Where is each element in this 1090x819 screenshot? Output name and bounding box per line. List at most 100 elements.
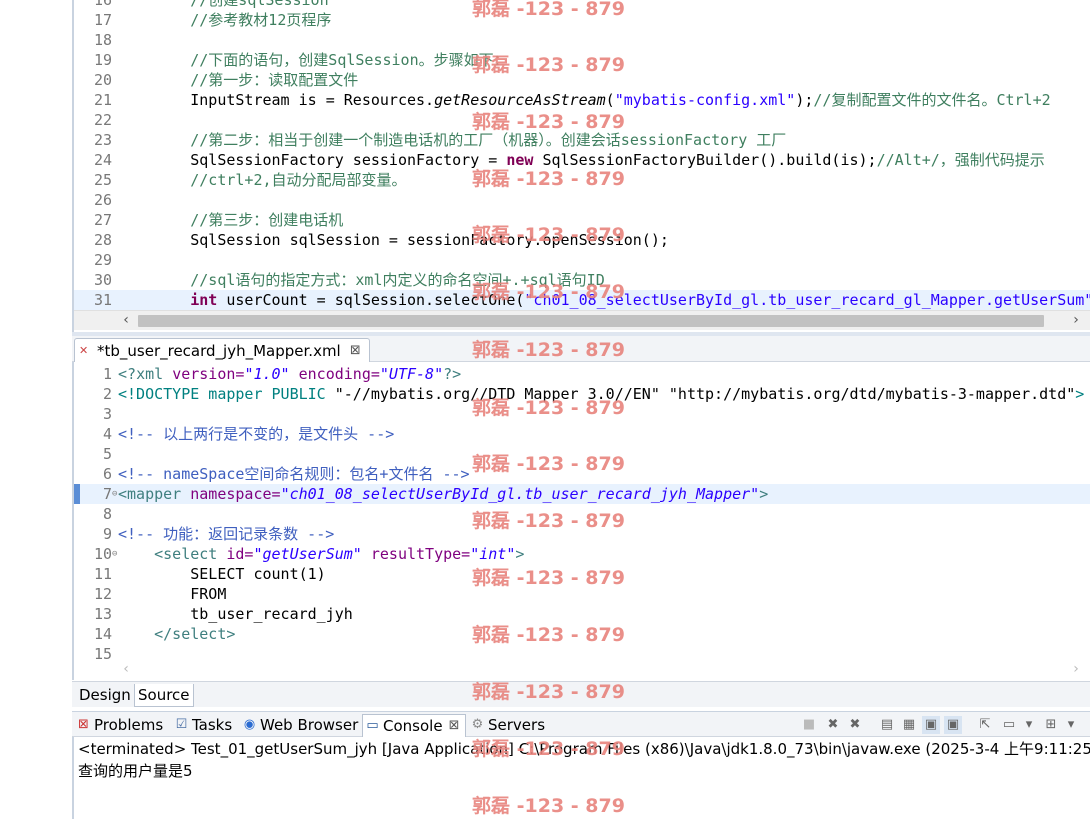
tab-web-browser[interactable]: ◉ Web Browser [240, 714, 358, 736]
show-on-output-icon[interactable]: ▣ [944, 716, 962, 734]
tab-problems-label: Problems [94, 716, 164, 734]
terminate-icon[interactable]: ■ [800, 716, 818, 734]
scroll-left-icon[interactable]: ‹ [118, 661, 134, 677]
line-number: 22 [93, 111, 112, 129]
chevron-down-icon[interactable]: ▾ [1020, 716, 1038, 734]
line-number: 16 [93, 0, 112, 9]
java-code-line[interactable]: 20 //第一步：读取配置文件 [74, 70, 1090, 90]
code-token: //第一步：读取配置文件 [118, 71, 359, 89]
java-code-line[interactable]: 17 //参考教材12页程序 [74, 10, 1090, 30]
code-token: ); [795, 91, 814, 109]
java-code-line[interactable]: 24 SqlSessionFactory sessionFactory = ne… [74, 150, 1090, 170]
display-console-icon[interactable]: ▭ [1000, 716, 1018, 734]
java-code-line[interactable]: 21 InputStream is = Resources.getResourc… [74, 90, 1090, 110]
console-output[interactable]: <terminated> Test_01_getUserSum_jyh [Jav… [72, 737, 1090, 819]
code-token: //sql语句的指定方式：xml内定义的命名空间+.+sql语句ID [118, 271, 605, 289]
close-icon[interactable]: ⊠ [350, 339, 361, 363]
java-code-line[interactable]: 26 [74, 190, 1090, 210]
tab-console[interactable]: ▭ Console ⊠ [362, 714, 466, 737]
xml-code-line[interactable]: 4 <!-- 以上两行是不变的，是文件头 --> [74, 424, 1090, 444]
code-token: "http://mybatis.org/dtd/mybatis-3-mapper… [668, 385, 1076, 403]
code-token: "int" [470, 545, 516, 563]
line-number: 18 [93, 31, 112, 49]
xml-code-line[interactable]: 7 ⊖ <mapper namespace="ch01_08_selectUserB… [74, 484, 1090, 504]
code-token: > [1075, 385, 1085, 403]
xml-code-line[interactable]: 2 <!DOCTYPE mapper PUBLIC "-//mybatis.org… [74, 384, 1090, 404]
code-text: //下面的语句，创建SqlSession。步骤如下： [118, 50, 508, 70]
tasks-icon: ☑ [175, 717, 188, 732]
code-token: encoding= [289, 365, 380, 383]
xml-code-line[interactable]: 12 FROM [74, 584, 1090, 604]
xml-code-line[interactable]: 6 <!-- nameSpace空间命名规则：包名+文件名 --> [74, 464, 1090, 484]
tab-servers[interactable]: ⚙ Servers [468, 714, 545, 736]
code-token: FROM [118, 585, 227, 603]
tab-tasks[interactable]: ☑ Tasks [172, 714, 233, 736]
code-text: //ctrl+2,自动分配局部变量。 [118, 170, 406, 190]
scroll-right-icon[interactable]: › [1068, 661, 1084, 677]
code-token: "getUserSum" [253, 545, 362, 563]
java-code-line[interactable]: 28 SqlSession sqlSession = sessionFactor… [74, 230, 1090, 250]
line-number: 6 [102, 465, 112, 483]
fold-toggle-icon[interactable]: ⊖ [112, 484, 117, 504]
code-text: </select> [118, 624, 235, 644]
xml-code-line[interactable]: 9 <!-- 功能：返回记录条数 --> [74, 524, 1090, 544]
close-icon[interactable]: ⊠ [449, 715, 460, 737]
xml-code-line[interactable]: 5 [74, 444, 1090, 464]
chevron-down-icon[interactable]: ▾ [1062, 716, 1080, 734]
code-text: <mapper namespace="ch01_08_selectUserByI… [118, 484, 768, 504]
code-text: FROM [118, 584, 226, 604]
code-token: <!-- nameSpace空间命名规则：包名+文件名 --> [118, 465, 470, 483]
scroll-right-icon[interactable]: › [1068, 312, 1084, 328]
fold-toggle-icon[interactable]: ⊖ [112, 544, 117, 564]
scroll-left-icon[interactable]: ‹ [118, 312, 134, 328]
tab-design[interactable]: Design [76, 684, 134, 706]
code-token: ( [605, 91, 615, 109]
code-token: resultType= [361, 545, 471, 563]
tab-xml-mapper[interactable]: ✕ *tb_user_recard_jyh_Mapper.xml ⊠ [74, 338, 370, 362]
java-code-line[interactable]: 29 [74, 250, 1090, 270]
java-horizontal-scrollbar[interactable]: ‹ › [74, 310, 1090, 330]
java-code-line[interactable]: 25 //ctrl+2,自动分配局部变量。 [74, 170, 1090, 190]
line-number: 31 [93, 291, 112, 309]
java-code-line[interactable]: 22 [74, 110, 1090, 130]
java-code-line[interactable]: 31 int userCount = sqlSession.selectOne(… [74, 290, 1090, 310]
code-token: xml [136, 365, 173, 383]
remove-all-icon[interactable]: ✖ [846, 716, 864, 734]
xml-code-line[interactable]: 3 [74, 404, 1090, 424]
code-token: SqlSession sqlSession = sessionFactory.o… [118, 231, 669, 249]
xml-code-line[interactable]: 1 <?xml version="1.0" encoding="UTF-8"?> [74, 364, 1090, 384]
java-code-line[interactable]: 23 //第二步：相当于创建一个制造电话机的工厂（机器）。创建会话session… [74, 130, 1090, 150]
java-code-line[interactable]: 19 //下面的语句，创建SqlSession。步骤如下： [74, 50, 1090, 70]
line-number: 28 [93, 231, 112, 249]
code-token: "mybatis-config.xml" [614, 91, 796, 109]
remove-launch-icon[interactable]: ✖ [824, 716, 842, 734]
xml-editor[interactable]: 1 <?xml version="1.0" encoding="UTF-8"?> 2… [72, 362, 1090, 680]
open-console-icon[interactable]: ⊞ [1042, 716, 1060, 734]
xml-horizontal-scrollbar[interactable]: ‹ › [74, 660, 1090, 680]
java-code-line[interactable]: 27 //第三步：创建电话机 [74, 210, 1090, 230]
java-code-line[interactable]: 30 //sql语句的指定方式：xml内定义的命名空间+.+sql语句ID [74, 270, 1090, 290]
scrollbar-thumb[interactable] [138, 315, 1044, 327]
line-number: 17 [93, 11, 112, 29]
xml-code-line[interactable]: 14 </select> [74, 624, 1090, 644]
xml-code-line[interactable]: 8 [74, 504, 1090, 524]
xml-code-line[interactable]: 11 SELECT count(1) [74, 564, 1090, 584]
line-number: 4 [102, 425, 112, 443]
clear-console-icon[interactable]: ▤ [878, 716, 896, 734]
xml-code-line[interactable]: 10 ⊖ <select id="getUserSum" resultType="… [74, 544, 1090, 564]
java-code-line[interactable]: 18 [74, 30, 1090, 50]
pin-console-icon[interactable]: ⇱ [976, 716, 994, 734]
tab-source[interactable]: Source [134, 684, 194, 707]
xml-code-line[interactable]: 13 tb_user_recard_jyh [74, 604, 1090, 624]
java-code-line[interactable]: 16 //创建sqlSession [74, 0, 1090, 10]
servers-icon: ⚙ [471, 717, 484, 732]
line-number: 20 [93, 71, 112, 89]
views-tabbar: ⊠ Problems ☑ Tasks ◉ Web Browser ▭ Console ⊠… [72, 711, 1090, 737]
word-wrap-icon[interactable]: ▣ [922, 716, 940, 734]
tab-problems[interactable]: ⊠ Problems [74, 714, 163, 736]
code-text: <!DOCTYPE mapper PUBLIC "-//mybatis.org/… [118, 384, 1084, 404]
code-text: InputStream is = Resources.getResourceAs… [118, 90, 1050, 110]
java-editor[interactable]: 16 //创建sqlSession 17 //参考教材12页程序 18 19 //下面… [72, 0, 1090, 332]
scroll-lock-icon[interactable]: ▦ [900, 716, 918, 734]
